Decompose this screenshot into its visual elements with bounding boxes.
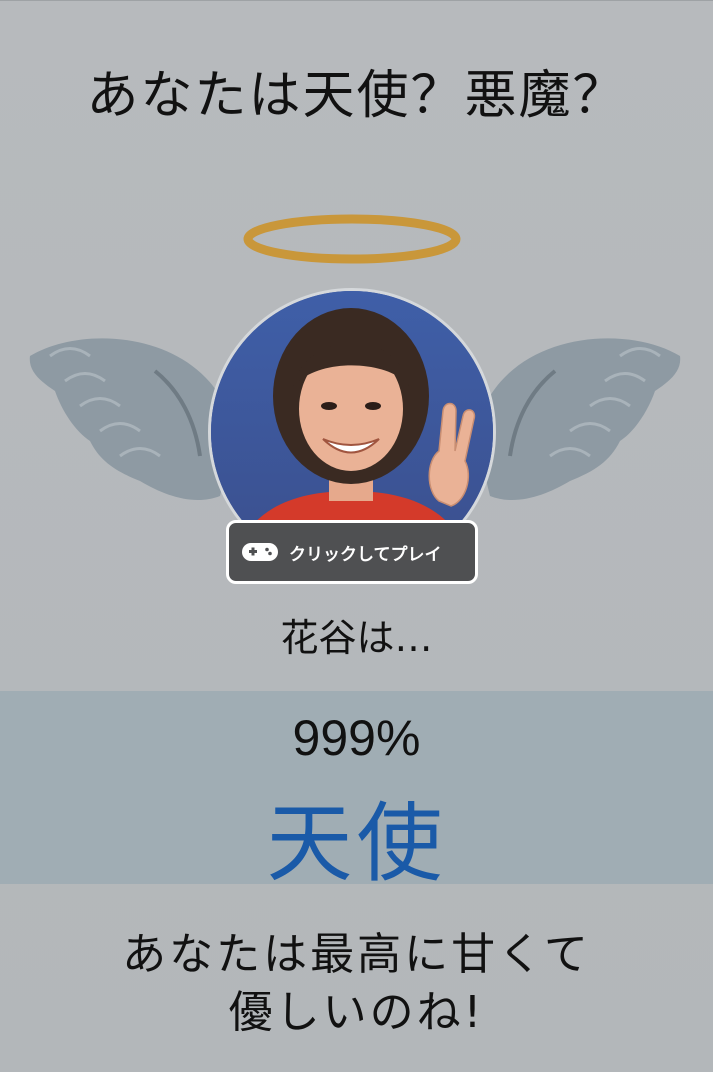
click-to-play-label: クリックしてプレイ bbox=[289, 544, 442, 564]
page-title: あなたは天使？悪魔？ bbox=[86, 66, 627, 126]
result-page: あなたは天使？悪魔？ クリックしてプレイ 花谷は… 999% 天使 あなたは最高… bbox=[0, 0, 713, 1072]
name-line: 花谷は… bbox=[280, 616, 433, 660]
right-wing-icon bbox=[480, 338, 681, 501]
result-message: あなたは最高に甘くて 優しいのね! bbox=[0, 926, 713, 1042]
result-percent: 999% bbox=[292, 710, 421, 766]
result-message-line-2: 優しいのね! bbox=[228, 987, 485, 1038]
halo-icon bbox=[243, 214, 461, 264]
left-wing-icon bbox=[29, 338, 230, 501]
result-verdict: 天使 bbox=[266, 794, 447, 894]
click-to-play-button[interactable]: クリックしてプレイ bbox=[226, 520, 478, 584]
result-message-line-1: あなたは最高に甘くて bbox=[122, 929, 591, 980]
gamepad-icon bbox=[242, 543, 278, 561]
